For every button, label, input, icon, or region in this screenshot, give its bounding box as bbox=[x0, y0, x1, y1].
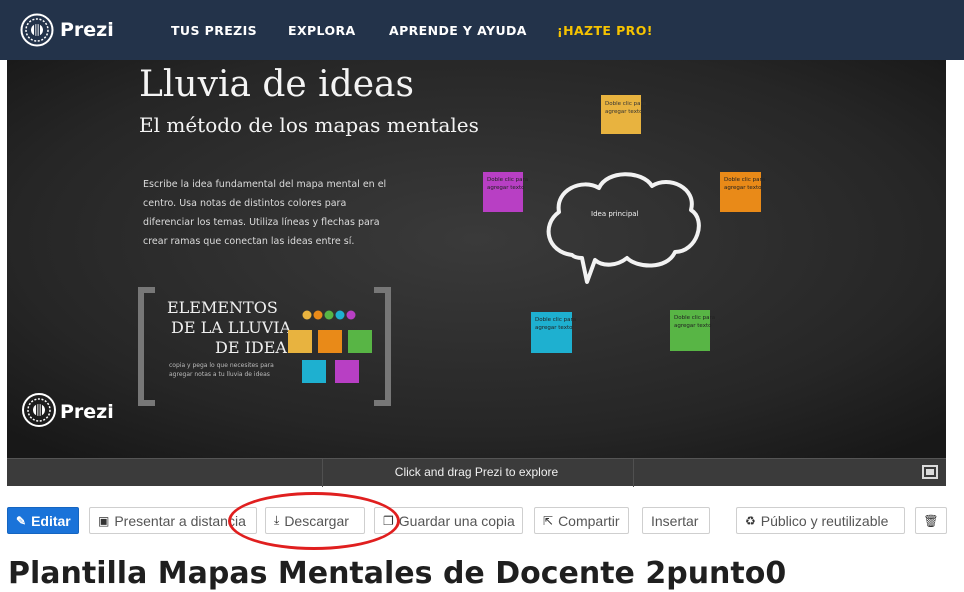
insert-button[interactable]: Insertar bbox=[642, 507, 710, 534]
cloud-label: Idea principal bbox=[591, 210, 639, 218]
share-button[interactable]: ⇱ Compartir bbox=[534, 507, 629, 534]
edit-label: Editar bbox=[31, 512, 71, 529]
elements-caption-1: copia y pega lo que necesites para bbox=[169, 362, 274, 369]
present-remote-button[interactable]: ▣ Presentar a distancia bbox=[89, 507, 257, 534]
canvas-subtitle: El método de los mapas mentales bbox=[139, 113, 479, 137]
prezi-canvas[interactable]: Lluvia de ideas El método de los mapas m… bbox=[7, 60, 946, 458]
note-text: agregar texto bbox=[674, 323, 712, 329]
share-label: Compartir bbox=[558, 512, 620, 529]
page-title: Plantilla Mapas Mentales de Docente 2pun… bbox=[8, 556, 787, 591]
share-icon: ⇱ bbox=[543, 513, 554, 528]
watermark-text: Prezi bbox=[60, 401, 114, 423]
canvas-description-4: crear ramas que conectan las ideas entre… bbox=[143, 236, 354, 247]
save-copy-label: Guardar una copia bbox=[398, 512, 515, 529]
canvas-description-2: centro. Usa notas de distintos colores p… bbox=[143, 198, 346, 209]
elements-title-1: ELEMENTOS bbox=[167, 298, 278, 317]
nav-hazte-pro[interactable]: ¡HAZTE PRO! bbox=[557, 23, 653, 38]
elements-caption-2: agregar notas a tu lluvia de ideas bbox=[169, 371, 270, 378]
note-text: Doble clic para bbox=[535, 317, 576, 323]
note-text: Doble clic para bbox=[724, 177, 765, 183]
delete-button[interactable]: 🗑 bbox=[915, 507, 947, 534]
nav-bar: TUS PREZIS bbox=[171, 0, 257, 60]
canvas-description-3: diferenciar los temas. Utiliza líneas y … bbox=[143, 217, 380, 228]
brand-logo[interactable]: Prezi bbox=[20, 13, 114, 47]
download-icon: ⤓ bbox=[274, 513, 280, 527]
public-reusable-button[interactable]: ♻ Público y reutilizable bbox=[736, 507, 905, 534]
note-purple[interactable]: Doble clic para agregar texto bbox=[483, 172, 528, 212]
insert-label: Insertar bbox=[651, 512, 699, 529]
monitor-icon: ▣ bbox=[98, 513, 110, 528]
nav-tus-prezis[interactable]: TUS PREZIS bbox=[171, 23, 257, 38]
note-yellow[interactable]: Doble clic para agregar texto bbox=[601, 95, 646, 134]
present-label: Presentar a distancia bbox=[114, 512, 246, 529]
note-orange[interactable]: Doble clic para agregar texto bbox=[720, 172, 765, 212]
note-text: agregar texto bbox=[724, 185, 762, 191]
brand-name: Prezi bbox=[60, 19, 114, 41]
prezi-viewer[interactable]: Lluvia de ideas El método de los mapas m… bbox=[7, 60, 946, 458]
prezi-logo-icon bbox=[20, 13, 54, 47]
pencil-icon: ✎ bbox=[16, 513, 27, 528]
nav-explora[interactable]: EXPLORA bbox=[288, 23, 356, 38]
elements-title-3: DE IDEAS bbox=[215, 338, 298, 357]
note-text: Doble clic para bbox=[487, 177, 528, 183]
recycle-icon: ♻ bbox=[745, 513, 756, 528]
fullscreen-icon[interactable] bbox=[922, 465, 938, 479]
note-text: agregar texto bbox=[535, 325, 573, 331]
drag-hint: Click and drag Prezi to explore bbox=[394, 465, 559, 479]
note-text: Doble clic para bbox=[605, 101, 646, 107]
save-copy-button[interactable]: ❐ Guardar una copia bbox=[374, 507, 523, 534]
nav-aprende-y-ayuda[interactable]: APRENDE Y AYUDA bbox=[389, 23, 527, 38]
download-button[interactable]: ⤓ Descargar bbox=[265, 507, 365, 534]
note-text: agregar texto bbox=[605, 109, 643, 115]
public-label: Público y reutilizable bbox=[760, 512, 889, 529]
copy-icon: ❐ bbox=[383, 513, 394, 528]
elements-title-2: DE LA LLUVIA bbox=[171, 318, 292, 337]
note-green[interactable]: Doble clic para agregar texto bbox=[670, 310, 715, 351]
note-text: agregar texto bbox=[487, 185, 525, 191]
edit-button[interactable]: ✎ Editar bbox=[7, 507, 79, 534]
top-navigation: Prezi TUS PREZIS EXPLORA APRENDE Y AYUDA… bbox=[0, 0, 964, 60]
trash-icon: 🗑 bbox=[923, 513, 939, 528]
download-label: Descargar bbox=[284, 512, 349, 529]
note-cyan[interactable]: Doble clic para agregar texto bbox=[531, 312, 576, 353]
canvas-description-1: Escribe la idea fundamental del mapa men… bbox=[143, 179, 386, 190]
viewer-toolbar: Click and drag Prezi to explore bbox=[7, 458, 946, 487]
canvas-title: Lluvia de ideas bbox=[139, 64, 414, 105]
note-text: Doble clic para bbox=[674, 315, 715, 321]
